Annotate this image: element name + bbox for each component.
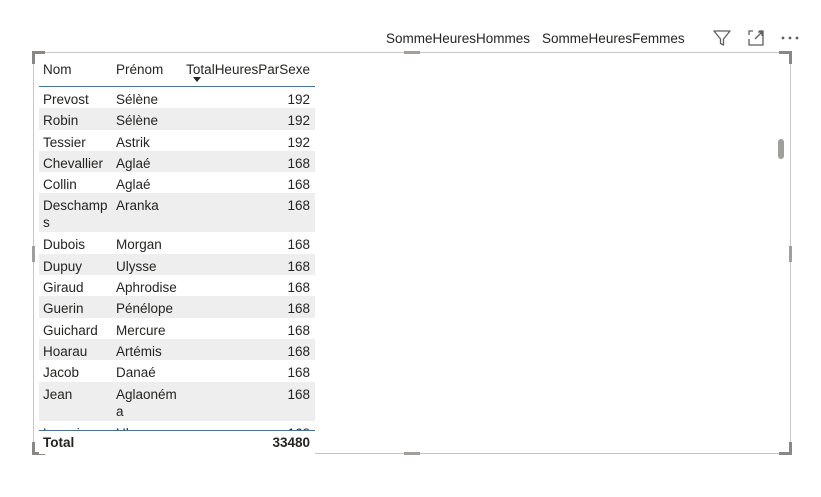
cell-total: 168	[287, 301, 310, 317]
resize-handle-left[interactable]	[32, 246, 35, 262]
table-row[interactable]: Prevost Sélène 192	[39, 87, 315, 108]
vertical-scrollbar-thumb[interactable]	[778, 139, 784, 159]
cell-total: 192	[287, 113, 310, 129]
cell-prenom: Sélène	[116, 113, 159, 129]
cell-total: 168	[287, 258, 310, 274]
cell-total: 168	[287, 343, 310, 359]
cell-nom: Dupuy	[43, 258, 83, 274]
cell-nom: Hoarau	[43, 343, 88, 359]
cell-nom: Tessier	[43, 134, 86, 150]
cell-total: 168	[287, 177, 310, 193]
column-header-total[interactable]: TotalHeuresParSexe	[186, 62, 310, 77]
cell-prenom: Ulysse	[116, 258, 157, 274]
cell-total: 168	[287, 280, 310, 296]
cell-nom: Prevost	[43, 92, 89, 107]
cell-prenom: Artémis	[116, 343, 162, 359]
cell-nom: Guichard	[43, 322, 98, 338]
table-header: Nom Prénom TotalHeuresParSexe	[39, 56, 315, 87]
table-row[interactable]: Guichard Mercure 168	[39, 318, 315, 339]
cell-nom: Dubois	[43, 237, 86, 253]
visual-header-icons	[699, 27, 801, 49]
cell-prenom: Mercure	[116, 322, 166, 338]
visual-header: SommeHeuresHommes SommeHeuresFemmes	[380, 24, 798, 52]
table-row[interactable]: Guerin Pénélope 168	[39, 296, 315, 318]
table-row[interactable]: Dubois Morgan 168	[39, 232, 315, 253]
more-options-icon[interactable]	[779, 27, 801, 49]
cell-nom: Robin	[43, 113, 79, 129]
cell-nom: Giraud	[43, 280, 84, 296]
resize-handle-right[interactable]	[789, 246, 792, 262]
cell-nom: Chevallier	[43, 155, 104, 171]
resize-corner-top-right[interactable]	[779, 51, 792, 64]
cell-nom: Deschamp s	[43, 198, 108, 231]
cell-total: 168	[287, 155, 310, 171]
focus-mode-icon[interactable]	[745, 27, 767, 49]
cell-total: 168	[287, 198, 310, 214]
table-total-row: Total 33480	[39, 430, 315, 454]
cell-nom: Jean	[43, 386, 73, 402]
table-row[interactable]: Jean Aglaoném a 168	[39, 381, 315, 421]
field-somme-heures-hommes[interactable]: SommeHeuresHommes	[380, 31, 536, 46]
table-visual: Nom Prénom TotalHeuresParSexe Prevost Sél…	[39, 56, 315, 454]
field-somme-heures-femmes[interactable]: SommeHeuresFemmes	[536, 31, 691, 46]
table-row[interactable]: Giraud Aphrodise 168	[39, 275, 315, 296]
cell-prenom: Aphrodise	[116, 280, 177, 296]
table-row[interactable]: Collin Aglaé 168	[39, 172, 315, 193]
cell-total: 168	[287, 386, 310, 402]
table-row[interactable]: Hoarau Artémis 168	[39, 338, 315, 361]
cell-prenom: Danaé	[116, 365, 156, 381]
cell-total: 168	[287, 365, 310, 381]
cell-total: 168	[287, 322, 310, 338]
table-row[interactable]: Tessier Astrik 192	[39, 130, 315, 151]
sort-descending-icon	[193, 77, 201, 82]
cell-prenom: Morgan	[116, 237, 162, 253]
table-row[interactable]: Deschamp s Aranka 168	[39, 193, 315, 233]
table-row[interactable]: Chevallier Aglaé 168	[39, 150, 315, 173]
table-row[interactable]: Robin Sélène 192	[39, 108, 315, 130]
resize-handle-bottom[interactable]	[404, 452, 420, 455]
total-value: 33480	[272, 435, 310, 450]
column-header-nom[interactable]: Nom	[43, 62, 113, 77]
cell-prenom: Sélène	[116, 92, 159, 107]
total-label: Total	[43, 435, 75, 450]
cell-total: 192	[287, 92, 310, 107]
cell-prenom: Pénélope	[116, 301, 174, 317]
resize-handle-top[interactable]	[404, 51, 420, 54]
cell-prenom: Aglaoném a	[116, 386, 177, 419]
cell-prenom: Aranka	[116, 198, 159, 214]
cell-total: 168	[287, 237, 310, 253]
table-body: Prevost Sélène 192 Robin Sélène 192 Tessier Ast…	[39, 87, 315, 431]
table-row[interactable]: Dupuy Ulysse 168	[39, 253, 315, 276]
cell-nom: Guerin	[43, 301, 84, 317]
table-row[interactable]: Jacob Danaé 168	[39, 360, 315, 381]
cell-nom: Collin	[43, 177, 77, 193]
cell-total: 192	[287, 134, 310, 150]
filter-icon[interactable]	[711, 27, 733, 49]
cell-prenom: Aglaé	[116, 155, 151, 171]
cell-nom: Jacob	[43, 365, 80, 381]
cell-prenom: Astrik	[116, 134, 150, 150]
cell-prenom: Aglaé	[116, 177, 151, 193]
resize-corner-bottom-right[interactable]	[779, 442, 792, 455]
column-header-prenom[interactable]: Prénom	[116, 62, 188, 77]
